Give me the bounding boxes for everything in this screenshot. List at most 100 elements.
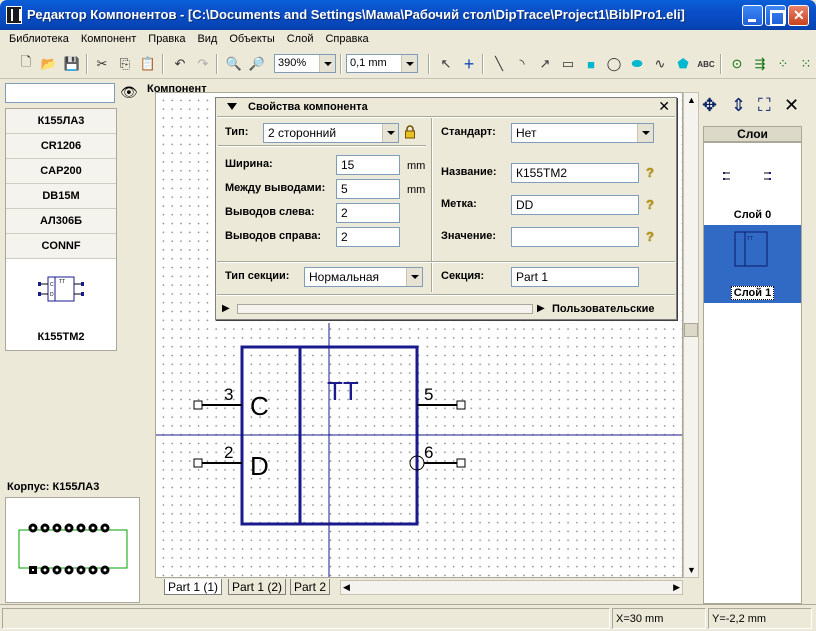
vertical-scrollbar[interactable]: ▲ ▼ xyxy=(683,92,699,578)
zoom-in-icon[interactable]: 🔍 xyxy=(224,54,244,74)
ref-field[interactable]: DD xyxy=(511,195,639,215)
properties-scrollbar[interactable] xyxy=(237,304,533,314)
right-pins-field[interactable]: 2 xyxy=(336,227,400,247)
fit-icon[interactable]: ⛶ xyxy=(758,95,771,116)
horizontal-scrollbar[interactable]: ◀ ▶ xyxy=(340,580,683,595)
expand-left-icon[interactable]: ▶ xyxy=(222,303,230,314)
cut-icon[interactable]: ✂ xyxy=(92,54,112,74)
left-pins-label: Выводов слева: xyxy=(225,206,315,218)
layer-item-1[interactable]: TT Слой 1 xyxy=(704,225,801,303)
zoom-select[interactable]: 390% xyxy=(274,54,336,73)
value-field[interactable] xyxy=(511,227,639,247)
zoom-out-icon[interactable]: 🔎 xyxy=(247,54,267,74)
tab-part1-2[interactable]: Part 1 (2) xyxy=(228,579,287,595)
pin-icon[interactable]: + xyxy=(459,54,479,74)
up-down-icon[interactable]: ⇕ xyxy=(731,95,746,116)
expand-custom-icon[interactable]: ▶ xyxy=(537,303,545,314)
menu-view[interactable]: Вид xyxy=(191,30,223,45)
binoculars-icon[interactable]: 👁 xyxy=(120,84,138,101)
open-icon[interactable]: 📂 xyxy=(39,54,59,74)
list-item[interactable]: CAP200 xyxy=(6,159,116,184)
type-select[interactable]: 2 сторонний xyxy=(263,123,399,143)
scroll-right-icon[interactable]: ▶ xyxy=(673,582,680,593)
menu-component[interactable]: Компонент xyxy=(75,30,142,45)
polyline-icon[interactable]: ∿ xyxy=(650,54,670,74)
line-icon[interactable]: ╲ xyxy=(489,54,509,74)
text-icon[interactable]: ABC xyxy=(696,54,716,74)
scroll-thumb[interactable] xyxy=(684,323,698,337)
arrow-icon[interactable]: ↗ xyxy=(535,54,555,74)
list-item[interactable]: DB15M xyxy=(6,184,116,209)
save-icon[interactable]: 💾 xyxy=(62,54,82,74)
scroll-left-icon[interactable]: ◀ xyxy=(343,582,350,593)
tab-part2[interactable]: Part 2 xyxy=(290,579,331,595)
section-label: Секция: xyxy=(441,270,485,282)
section-field[interactable]: Part 1 xyxy=(511,267,639,287)
list-item[interactable]: АЛ306Б xyxy=(6,209,116,234)
component-list: К155ЛА3 CR1206 CAP200 DB15M АЛ306Б CONNF… xyxy=(5,108,117,351)
list-item[interactable]: CR1206 xyxy=(6,134,116,159)
target-icon[interactable]: ⊙ xyxy=(727,54,747,74)
points-icon[interactable]: ⁙ xyxy=(796,54,816,74)
chevron-down-icon xyxy=(637,124,653,142)
tab-part1-1[interactable]: Part 1 (1) xyxy=(164,579,223,595)
delete-icon[interactable]: ✕ xyxy=(784,95,799,116)
left-pins-field[interactable]: 2 xyxy=(336,203,400,223)
polygon-icon[interactable]: ⬟ xyxy=(673,54,693,74)
component-search-input[interactable] xyxy=(5,83,115,103)
close-icon[interactable]: ✕ xyxy=(658,98,670,115)
scroll-up-icon[interactable]: ▲ xyxy=(687,95,696,105)
layers-panel: Слой 0 TT Слой 1 xyxy=(703,142,802,604)
help-icon[interactable]: ? xyxy=(646,197,658,212)
maximize-button[interactable] xyxy=(765,5,786,26)
paste-icon[interactable]: 📋 xyxy=(138,54,158,74)
close-button[interactable] xyxy=(788,5,809,26)
help-icon[interactable]: ? xyxy=(646,229,658,244)
menu-layer[interactable]: Слой xyxy=(281,30,320,45)
layer-item-0[interactable]: Слой 0 xyxy=(704,147,801,225)
svg-text:D: D xyxy=(50,292,54,298)
ref-label: Метка: xyxy=(441,198,477,210)
grid-select[interactable]: 0,1 mm xyxy=(346,54,418,73)
pin-end xyxy=(193,400,203,410)
list-item[interactable]: CONNF xyxy=(6,234,116,259)
svg-text:C: C xyxy=(50,282,54,288)
lock-icon[interactable] xyxy=(404,125,416,139)
package-label: Корпус: К155ЛА3 xyxy=(7,481,100,493)
pointer-icon[interactable]: ↖ xyxy=(436,54,456,74)
grid-icon[interactable]: ⁘ xyxy=(773,54,793,74)
menu-edit[interactable]: Правка xyxy=(142,30,191,45)
minimize-button[interactable] xyxy=(742,5,763,26)
menu-help[interactable]: Справка xyxy=(319,30,374,45)
spacing-unit: mm xyxy=(407,184,426,196)
package-preview xyxy=(5,497,140,603)
app-icon xyxy=(6,6,22,24)
filled-ellipse-icon[interactable]: ⬬ xyxy=(627,54,647,74)
list-item[interactable]: К155ЛА3 xyxy=(6,109,116,134)
section-type-select[interactable]: Нормальная xyxy=(304,267,423,287)
section-type-value: Нормальная xyxy=(309,270,379,284)
menu-library[interactable]: Библиотека xyxy=(0,30,75,45)
arc-icon[interactable]: ◝ xyxy=(512,54,532,74)
help-icon[interactable]: ? xyxy=(646,165,658,180)
menu-objects[interactable]: Объекты xyxy=(223,30,280,45)
spacing-field[interactable]: 5 xyxy=(336,179,400,199)
custom-properties-label[interactable]: Пользовательские xyxy=(552,303,655,315)
width-field[interactable]: 15 xyxy=(336,155,400,175)
filled-rectangle-icon[interactable]: ■ xyxy=(581,54,601,74)
rectangle-icon[interactable]: ▭ xyxy=(558,54,578,74)
ellipse-icon[interactable]: ◯ xyxy=(604,54,624,74)
undo-icon[interactable]: ↶ xyxy=(170,54,190,74)
name-field[interactable]: К155ТМ2 xyxy=(511,163,639,183)
route-icon[interactable]: ⇶ xyxy=(750,54,770,74)
scroll-down-icon[interactable]: ▼ xyxy=(687,565,696,575)
selected-component-preview[interactable]: C D TT К155ТМ2 xyxy=(6,259,116,349)
redo-icon[interactable]: ↷ xyxy=(193,54,213,74)
move-icon[interactable]: ✥ xyxy=(702,95,717,116)
copy-icon[interactable]: ⎘ xyxy=(115,54,135,74)
standard-select[interactable]: Нет xyxy=(511,123,654,143)
status-bar: X=30 mm Y=-2,2 mm xyxy=(0,604,816,631)
collapse-icon[interactable] xyxy=(227,103,237,110)
new-icon[interactable]: 🗋 xyxy=(16,54,36,74)
properties-title: Свойства компонента xyxy=(248,101,368,113)
